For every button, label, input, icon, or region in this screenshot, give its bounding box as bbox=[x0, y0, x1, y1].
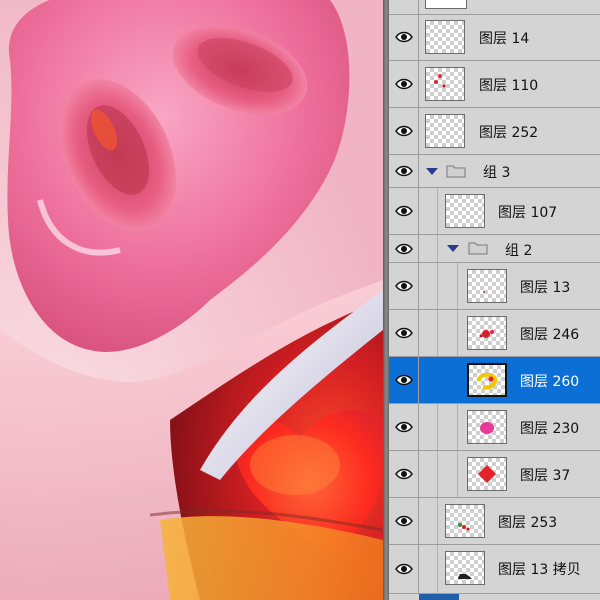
group-row[interactable]: 组 2 bbox=[389, 235, 600, 263]
eye-icon[interactable] bbox=[389, 545, 419, 593]
layer-row[interactable]: 图层 252 bbox=[389, 108, 600, 155]
layer-name: 图层 13 拷贝 bbox=[498, 562, 581, 578]
layer-row[interactable]: 图层 253 bbox=[389, 498, 600, 545]
layer-row[interactable]: 图层 13 bbox=[389, 263, 600, 310]
layer-thumbnail bbox=[467, 316, 507, 350]
group-name: 组 3 bbox=[483, 165, 511, 181]
layer-thumbnail bbox=[467, 363, 507, 397]
group-name: 组 2 bbox=[505, 243, 533, 259]
layer-name: 图层 110 bbox=[479, 78, 539, 94]
eye-icon[interactable] bbox=[389, 310, 419, 356]
eye-icon[interactable] bbox=[389, 155, 419, 187]
pig-artwork bbox=[0, 0, 383, 600]
layer-thumbnail bbox=[425, 114, 465, 148]
layer-row[interactable]: 图层 110 bbox=[389, 61, 600, 108]
triangle-down-icon[interactable] bbox=[447, 245, 459, 252]
folder-icon bbox=[446, 165, 466, 178]
layer-thumbnail bbox=[467, 269, 507, 303]
eye-icon[interactable] bbox=[389, 188, 419, 234]
eye-icon[interactable] bbox=[389, 263, 419, 309]
indent-guide bbox=[457, 310, 458, 356]
layers-panel: 图层 14 图层 110 图层 252 组 3 图层 107 组 2 图层 13… bbox=[389, 0, 600, 600]
layer-thumbnail bbox=[445, 504, 485, 538]
indent-guide bbox=[437, 498, 438, 544]
layer-name: 图层 37 bbox=[520, 468, 571, 484]
layer-name: 图层 13 bbox=[520, 280, 571, 296]
eye-icon[interactable] bbox=[389, 357, 419, 403]
eye-icon[interactable] bbox=[389, 235, 419, 262]
indent-guide bbox=[437, 188, 438, 234]
indent-guide bbox=[437, 451, 438, 497]
indent-guide bbox=[457, 451, 458, 497]
folder-icon bbox=[468, 242, 488, 255]
layer-row[interactable]: 图层 107 bbox=[389, 188, 600, 235]
layer-row[interactable]: 图层 230 bbox=[389, 404, 600, 451]
triangle-down-icon[interactable] bbox=[426, 168, 438, 175]
eye-icon[interactable] bbox=[389, 14, 419, 60]
document-canvas[interactable] bbox=[0, 0, 383, 600]
layer-name: 图层 107 bbox=[498, 205, 558, 221]
indent-guide bbox=[437, 263, 438, 309]
indent-guide bbox=[437, 310, 438, 356]
indent-guide bbox=[457, 263, 458, 309]
layer-name: 图层 260 bbox=[520, 374, 580, 390]
layer-name: 图层 246 bbox=[520, 327, 580, 343]
indent-guide bbox=[457, 404, 458, 450]
eye-icon[interactable] bbox=[389, 498, 419, 544]
layer-name: 图层 14 bbox=[479, 31, 530, 47]
layer-thumbnail bbox=[425, 20, 465, 54]
indent-guide bbox=[437, 404, 438, 450]
layer-row-selected[interactable]: 图层 260 bbox=[389, 357, 600, 404]
layer-row[interactable]: 图层 14 bbox=[389, 14, 600, 61]
layer-thumbnail bbox=[445, 551, 485, 585]
layer-thumbnail bbox=[445, 194, 485, 228]
layer-name: 图层 253 bbox=[498, 515, 558, 531]
layer-thumbnail bbox=[467, 410, 507, 444]
eye-icon[interactable] bbox=[389, 61, 419, 107]
layer-name: 图层 230 bbox=[520, 421, 580, 437]
layer-name: 图层 252 bbox=[479, 125, 539, 141]
eye-icon[interactable] bbox=[389, 404, 419, 450]
indent-guide bbox=[437, 545, 438, 593]
group-row[interactable]: 组 3 bbox=[389, 155, 600, 188]
layer-row[interactable]: 图层 13 拷贝 bbox=[389, 545, 600, 594]
indent-guide bbox=[437, 235, 438, 262]
layer-row[interactable]: 图层 37 bbox=[389, 451, 600, 498]
layer-row-clipped bbox=[389, 0, 600, 15]
next-layer-thumbnail-edge bbox=[419, 594, 459, 600]
layer-row[interactable]: 图层 246 bbox=[389, 310, 600, 357]
layer-thumbnail bbox=[425, 67, 465, 101]
eye-icon[interactable] bbox=[389, 108, 419, 154]
layer-thumbnail bbox=[467, 457, 507, 491]
eye-icon[interactable] bbox=[389, 451, 419, 497]
